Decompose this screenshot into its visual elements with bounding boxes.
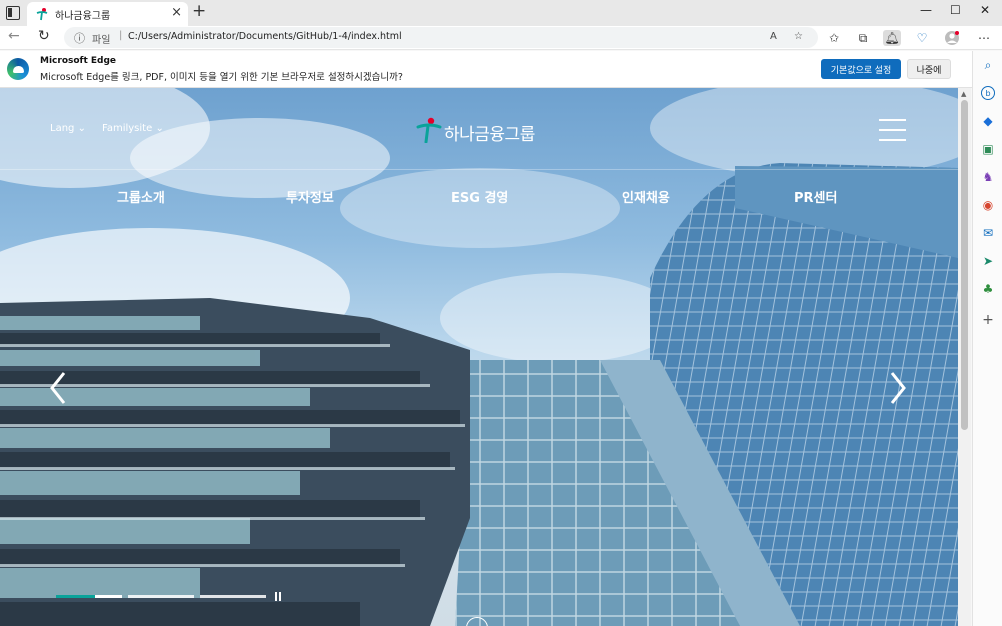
games-icon[interactable]: ♞	[981, 170, 995, 184]
url-box[interactable]: ⓘ 파일 | C:/Users/Administrator/Documents/…	[64, 27, 818, 48]
chevron-down-icon: ⌄	[77, 123, 86, 134]
nav-item-careers[interactable]: 인재채용	[622, 187, 670, 206]
page-viewport: Lang ⌄ Familysite ⌄ 하나금융그룹 그룹소개 투자정보 ESG…	[0, 88, 958, 626]
nav-item-investor-info[interactable]: 투자정보	[286, 187, 334, 206]
close-window-button[interactable]: ✕	[980, 3, 990, 17]
address-bar: ← ↻ ⓘ 파일 | C:/Users/Administrator/Docume…	[0, 26, 1002, 50]
url-scheme-label: 파일	[92, 35, 111, 46]
set-default-button[interactable]: 기본값으로 설정	[821, 59, 901, 79]
slide-indicator-2[interactable]	[128, 595, 194, 598]
maximize-button[interactable]: ☐	[950, 3, 961, 17]
infobar-title: Microsoft Edge	[40, 56, 117, 66]
lang-label: Lang	[50, 123, 75, 134]
notifications-icon[interactable]: 🔔︎	[883, 30, 901, 46]
edge-logo-icon	[7, 58, 29, 80]
familysite-dropdown[interactable]: Familysite ⌄	[102, 123, 164, 134]
tab-title: 하나금융그룹	[55, 11, 111, 22]
tab-close-button[interactable]: ×	[171, 5, 182, 20]
bing-chat-icon[interactable]: b	[981, 86, 995, 100]
infobar-message: Microsoft Edge를 링크, PDF, 이미지 등을 열기 위한 기본…	[40, 72, 403, 83]
slide-indicator-1[interactable]	[56, 595, 122, 598]
url-input[interactable]: C:/Users/Administrator/Documents/GitHub/…	[128, 31, 402, 42]
new-tab-button[interactable]: +	[192, 1, 206, 21]
scroll-thumb[interactable]	[961, 100, 968, 430]
outlook-icon[interactable]: ✉	[981, 226, 995, 240]
window-menu-icon[interactable]	[6, 6, 20, 20]
slider-pause-icon[interactable]	[274, 592, 282, 601]
default-browser-infobar: Microsoft Edge Microsoft Edge를 링크, PDF, …	[0, 51, 972, 88]
title-bar: 하나금융그룹 × + — ☐ ✕	[0, 0, 1002, 26]
tools-briefcase-icon[interactable]: ▣	[981, 142, 995, 156]
shopping-tag-icon[interactable]: ◆	[981, 114, 995, 128]
chevron-down-icon: ⌄	[155, 123, 164, 134]
edge-sidebar: ⌕ b ◆ ▣ ♞ ◉ ✉ ➤ ♣ +	[972, 51, 1002, 626]
refresh-icon[interactable]: ↻	[38, 28, 50, 44]
send-icon[interactable]: ➤	[981, 254, 995, 268]
add-favorite-icon[interactable]: ☆	[794, 31, 803, 42]
nav-item-group-intro[interactable]: 그룹소개	[117, 187, 165, 206]
office-icon[interactable]: ◉	[981, 198, 995, 212]
hamburger-menu-icon[interactable]	[879, 119, 906, 141]
more-options-icon[interactable]: ⋯	[975, 30, 993, 46]
favorites-icon[interactable]: ✩	[825, 30, 843, 46]
hana-favicon-icon	[36, 8, 48, 21]
collections-icon[interactable]: ⧉	[854, 30, 872, 46]
site-logo-text[interactable]: 하나금융그룹	[444, 120, 535, 145]
add-icon[interactable]: +	[981, 313, 995, 327]
profile-avatar[interactable]	[943, 30, 961, 46]
slider-next-arrow-icon[interactable]	[888, 371, 908, 405]
slide-indicator-3[interactable]	[200, 595, 266, 598]
slider-prev-arrow-icon[interactable]	[48, 371, 68, 405]
nav-item-esg[interactable]: ESG 경영	[451, 187, 508, 206]
hana-logo-icon[interactable]	[416, 117, 442, 143]
back-icon[interactable]: ←	[8, 28, 20, 44]
browser-essentials-icon[interactable]: ♡	[913, 30, 931, 46]
drop-tree-icon[interactable]: ♣	[981, 282, 995, 296]
read-aloud-icon[interactable]: A	[770, 31, 777, 42]
scroll-up-arrow-icon[interactable]: ▲	[961, 90, 966, 98]
search-icon[interactable]: ⌕	[981, 58, 995, 72]
header-divider	[0, 169, 958, 170]
url-separator: |	[119, 30, 123, 41]
later-button[interactable]: 나중에	[907, 59, 951, 79]
info-icon[interactable]: ⓘ	[74, 30, 85, 46]
minimize-button[interactable]: —	[920, 3, 932, 17]
nav-item-pr-center[interactable]: PR센터	[794, 187, 837, 206]
lang-dropdown[interactable]: Lang ⌄	[50, 123, 86, 134]
familysite-label: Familysite	[102, 123, 153, 134]
page-scrollbar[interactable]: ▲	[958, 88, 971, 626]
browser-tab[interactable]: 하나금융그룹 ×	[27, 2, 188, 26]
